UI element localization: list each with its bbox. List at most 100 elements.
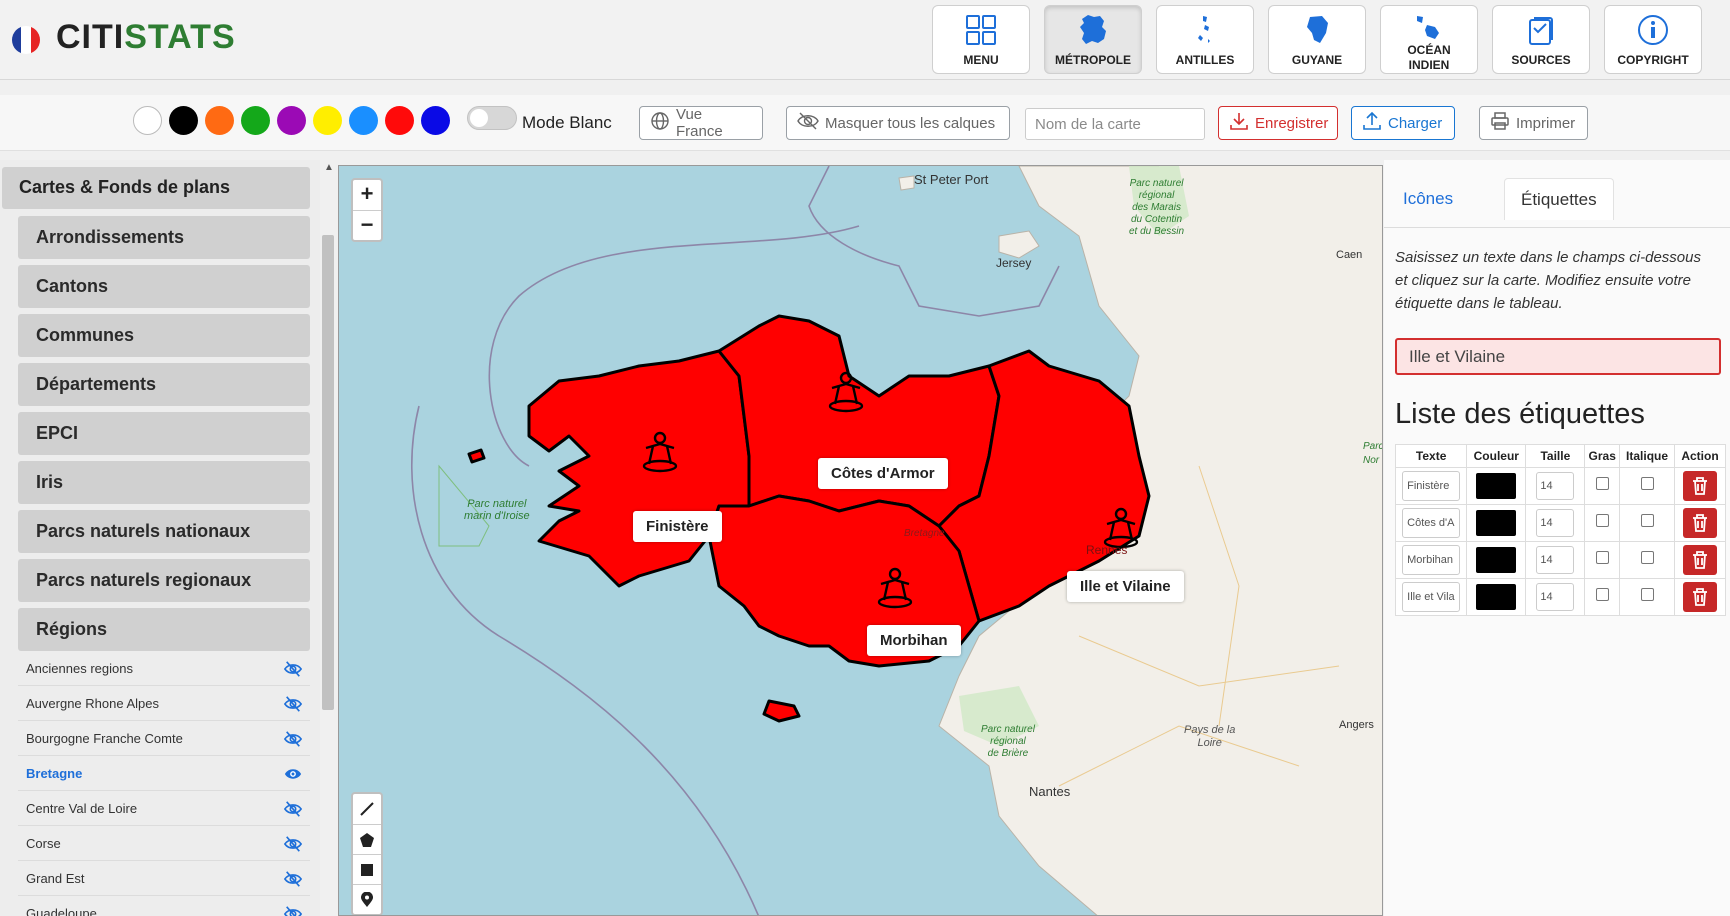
eye-off-icon[interactable]	[284, 660, 302, 678]
category-parcs-naturels-nationaux[interactable]: Parcs naturels nationaux	[18, 510, 310, 553]
category-departements[interactable]: Départements	[18, 363, 310, 406]
place-bretagne: Bretagne	[904, 528, 945, 539]
eye-off-icon[interactable]	[284, 730, 302, 748]
briere-line1: Parc naturel	[981, 724, 1035, 735]
category-arrondissements[interactable]: Arrondissements	[18, 216, 310, 259]
color-swatch-orange[interactable]	[205, 106, 234, 135]
category-cantons[interactable]: Cantons	[18, 265, 310, 308]
eye-off-icon[interactable]	[284, 695, 302, 713]
row-size-stepper[interactable]	[1536, 546, 1575, 574]
charger-button[interactable]: Charger	[1351, 106, 1455, 140]
region-item-corse[interactable]: Corse	[18, 827, 310, 861]
eye-icon[interactable]	[284, 765, 302, 783]
sidebar-scroll-thumb[interactable]	[322, 235, 334, 710]
color-swatch-red[interactable]	[385, 106, 414, 135]
tab-etiquettes[interactable]: Étiquettes	[1504, 178, 1614, 220]
category-iris[interactable]: Iris	[18, 461, 310, 504]
nav-ocean-indien-button[interactable]: OCÉAN INDIEN	[1380, 5, 1478, 74]
row-color-picker[interactable]	[1476, 473, 1517, 499]
category-regions[interactable]: Régions	[18, 608, 310, 651]
row-bold-checkbox[interactable]	[1595, 588, 1609, 601]
row-delete-button[interactable]	[1683, 508, 1718, 538]
map-label-cotes-d-armor[interactable]: Côtes d'Armor	[818, 458, 948, 489]
nav-ocean-indien-label: OCÉAN INDIEN	[1407, 43, 1450, 73]
color-swatch-light-blue[interactable]	[349, 106, 378, 135]
row-color-picker[interactable]	[1476, 510, 1517, 536]
row-text-input[interactable]	[1402, 508, 1461, 538]
color-swatch-black[interactable]	[169, 106, 198, 135]
category-communes[interactable]: Communes	[18, 314, 310, 357]
row-text-input[interactable]	[1402, 471, 1461, 501]
masquer-calques-button[interactable]: Masquer tous les calques	[786, 106, 1010, 140]
region-item-anciennes-regions[interactable]: Anciennes regions	[18, 652, 310, 686]
row-bold-checkbox[interactable]	[1595, 477, 1609, 490]
row-color-picker[interactable]	[1476, 547, 1517, 573]
draw-polygon-button[interactable]	[353, 824, 381, 854]
enregistrer-label: Enregistrer	[1255, 114, 1329, 132]
region-item-guadeloupe[interactable]: Guadeloupe	[18, 897, 310, 916]
nav-copyright-button[interactable]: COPYRIGHT	[1604, 5, 1702, 74]
zoom-out-button[interactable]: −	[353, 210, 381, 240]
nav-metropole-button[interactable]: MÉTROPOLE	[1044, 5, 1142, 74]
region-item-grand-est[interactable]: Grand Est	[18, 862, 310, 896]
eye-off-icon[interactable]	[284, 800, 302, 818]
nav-menu-button[interactable]: MENU	[932, 5, 1030, 74]
app-logo[interactable]: CITISTATS	[56, 18, 236, 57]
guernsey-island	[898, 175, 915, 191]
enregistrer-button[interactable]: Enregistrer	[1218, 106, 1338, 140]
france-flag-icon	[12, 26, 40, 54]
row-size-stepper[interactable]	[1536, 583, 1575, 611]
eye-off-icon[interactable]	[284, 835, 302, 853]
zoom-in-button[interactable]: +	[353, 180, 381, 210]
color-swatch-yellow[interactable]	[313, 106, 342, 135]
tab-icones[interactable]: Icônes	[1387, 178, 1469, 220]
row-delete-button[interactable]	[1683, 582, 1718, 612]
nav-antilles-button[interactable]: ANTILLES	[1156, 5, 1254, 74]
row-size-stepper[interactable]	[1536, 472, 1575, 500]
map-label-morbihan[interactable]: Morbihan	[867, 625, 961, 656]
eye-off-icon[interactable]	[284, 870, 302, 888]
region-item-centre-val-de-loire[interactable]: Centre Val de Loire	[18, 792, 310, 826]
belle-ile-shape	[762, 699, 801, 723]
row-delete-button[interactable]	[1683, 471, 1718, 501]
map-label-ille-et-vilaine[interactable]: Ille et Vilaine	[1067, 571, 1184, 602]
nav-sources-label: SOURCES	[1511, 53, 1571, 67]
row-color-picker[interactable]	[1476, 584, 1517, 610]
color-swatch-white[interactable]	[133, 106, 162, 135]
imprimer-button[interactable]: Imprimer	[1479, 106, 1588, 140]
color-swatch-green[interactable]	[241, 106, 270, 135]
row-text-input[interactable]	[1402, 545, 1461, 575]
map-label-finistere[interactable]: Finistère	[633, 511, 722, 542]
sidebar-header[interactable]: Cartes & Fonds de plans	[2, 167, 310, 209]
region-item-auvergne-rhone-alpes[interactable]: Auvergne Rhone Alpes	[18, 687, 310, 721]
row-bold-checkbox[interactable]	[1595, 514, 1609, 527]
category-parcs-naturels-regionaux[interactable]: Parcs naturels regionaux	[18, 559, 310, 602]
nav-guyane-button[interactable]: GUYANE	[1268, 5, 1366, 74]
column-header-texte: Texte	[1394, 444, 1468, 468]
category-epci[interactable]: EPCI	[18, 412, 310, 455]
draw-rectangle-button[interactable]	[353, 854, 381, 884]
region-item-bretagne[interactable]: Bretagne	[18, 757, 310, 791]
row-bold-checkbox[interactable]	[1595, 551, 1609, 564]
row-delete-button[interactable]	[1683, 545, 1718, 575]
label-text-input[interactable]	[1395, 338, 1721, 375]
map-view[interactable]: St Peter Port Jersey Caen Nantes Angers …	[338, 165, 1383, 916]
row-size-stepper[interactable]	[1536, 509, 1575, 537]
iroise-line2: marin d'Iroise	[464, 510, 530, 522]
row-italic-checkbox[interactable]	[1640, 514, 1654, 527]
draw-polyline-button[interactable]	[353, 794, 381, 824]
draw-marker-button[interactable]	[353, 884, 381, 914]
mode-blanc-toggle[interactable]	[467, 106, 517, 130]
row-italic-checkbox[interactable]	[1640, 551, 1654, 564]
vue-france-button[interactable]: Vue France	[639, 106, 763, 140]
row-italic-checkbox[interactable]	[1640, 477, 1654, 490]
scroll-up-arrow-icon[interactable]: ▲	[324, 162, 334, 173]
color-swatch-blue[interactable]	[421, 106, 450, 135]
eye-off-icon[interactable]	[284, 905, 302, 916]
map-name-input[interactable]	[1025, 108, 1205, 140]
nav-sources-button[interactable]: SOURCES	[1492, 5, 1590, 74]
color-swatch-purple[interactable]	[277, 106, 306, 135]
row-italic-checkbox[interactable]	[1640, 588, 1654, 601]
row-text-input[interactable]	[1402, 582, 1461, 612]
region-item-bourgogne-franche-comte[interactable]: Bourgogne Franche Comte	[18, 722, 310, 756]
